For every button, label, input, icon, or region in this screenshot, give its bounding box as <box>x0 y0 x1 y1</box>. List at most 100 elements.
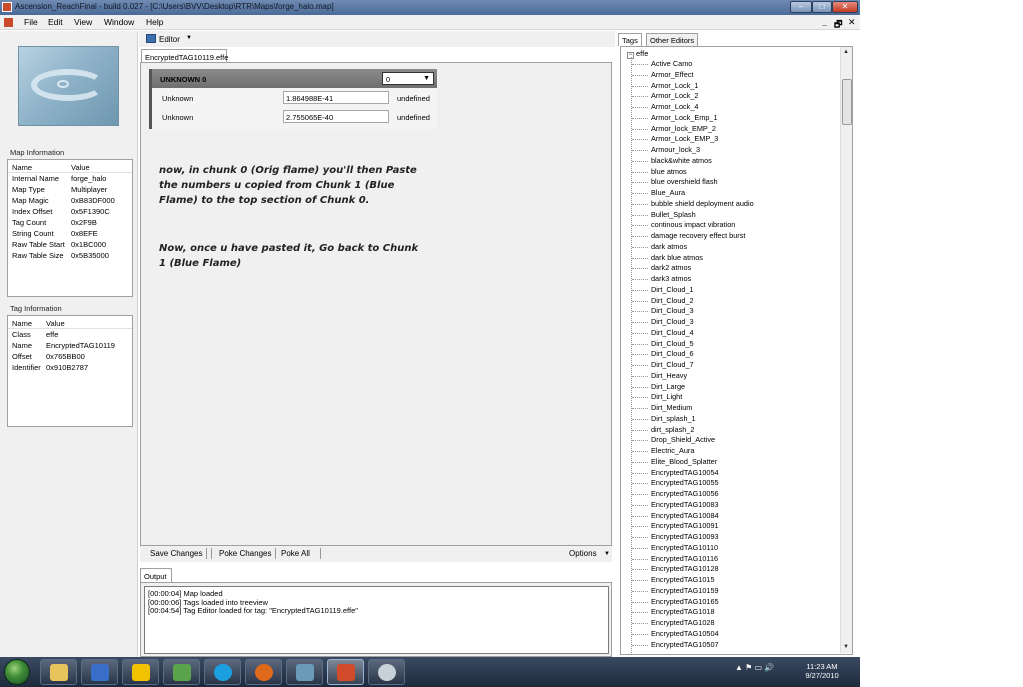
tree-node-tag[interactable]: Dirt_Cloud_3 <box>631 306 841 317</box>
tree-node-tag[interactable]: Blue_Aura <box>631 188 841 199</box>
tree-node-tag[interactable]: Dirt_Light <box>631 392 841 403</box>
close-button[interactable]: ✕ <box>832 1 858 13</box>
map-info-col-value[interactable]: Value <box>71 163 90 172</box>
tree-node-tag[interactable]: Dirt_Medium <box>631 403 841 414</box>
tree-node-tag[interactable]: Dirt_Cloud_1 <box>631 285 841 296</box>
tree-node-tag[interactable]: EncryptedTAG10083 <box>631 500 841 511</box>
tag-tree-scrollbar[interactable]: ▲ ▼ <box>840 47 852 653</box>
taskbar-media-button[interactable] <box>81 659 118 685</box>
tree-node-tag[interactable]: EncryptedTAG10507 <box>631 640 841 651</box>
menu-edit[interactable]: Edit <box>48 17 63 27</box>
menu-app-icon[interactable] <box>4 18 13 27</box>
tag-info-row[interactable]: Name EncryptedTAG10119 <box>8 340 132 351</box>
tree-node-tag[interactable]: Armor_Lock_2 <box>631 91 841 102</box>
tree-node-tag[interactable]: dark2 atmos <box>631 263 841 274</box>
window-title-bar[interactable]: Ascension_ReachFinal - build 0.027 - [C:… <box>0 0 860 15</box>
taskbar-explorer-button[interactable] <box>40 659 77 685</box>
tree-node-tag[interactable]: Armor_Effect <box>631 70 841 81</box>
start-button[interactable] <box>4 659 30 685</box>
tree-node-tag[interactable]: dark atmos <box>631 242 841 253</box>
map-info-row[interactable]: String Count 0x8EFE <box>8 228 132 239</box>
maximize-button[interactable]: □ <box>812 1 832 13</box>
tree-node-tag[interactable]: bubble shield deployment audio <box>631 199 841 210</box>
tree-node-tag[interactable]: continous impact vibration <box>631 220 841 231</box>
chunk-index-select[interactable]: 0 ▼ <box>382 72 434 85</box>
tag-treeview[interactable]: − effe Active Camo Armor_Effect Armor_Lock_… <box>620 46 853 655</box>
tree-node-tag[interactable]: EncryptedTAG10110 <box>631 543 841 554</box>
tree-node-tag[interactable]: EncryptedTAG10128 <box>631 564 841 575</box>
taskbar-clock[interactable]: 11:23 AM 9/27/2010 <box>800 662 844 680</box>
tree-node-tag[interactable]: EncryptedTAG10055 <box>631 478 841 489</box>
tree-node-tag[interactable]: Drop_Shield_Active <box>631 435 841 446</box>
tree-node-tag[interactable]: Elite_Blood_Splatter <box>631 457 841 468</box>
output-log[interactable]: [00:00:04] Map loaded [00:00:06] Tags lo… <box>144 586 609 654</box>
tag-info-row[interactable]: Class effe <box>8 329 132 340</box>
chevron-down-icon[interactable]: ▼ <box>604 551 610 557</box>
chunk-field-input[interactable]: 1.864988E-41 <box>283 91 389 104</box>
tree-node-tag[interactable]: Electric_Aura <box>631 446 841 457</box>
tree-node-tag[interactable]: EncryptedTAG10093 <box>631 532 841 543</box>
taskbar-editor-button[interactable] <box>286 659 323 685</box>
tree-node-tag[interactable]: dirt_splash_2 <box>631 425 841 436</box>
tree-node-tag[interactable]: Armor_Lock_4 <box>631 102 841 113</box>
map-info-row[interactable]: Map Magic 0xB83DF000 <box>8 195 132 206</box>
taskbar-aim-button[interactable] <box>122 659 159 685</box>
tab-output[interactable]: Output <box>140 568 172 582</box>
poke-changes-button[interactable]: Poke Changes <box>219 549 271 558</box>
tag-info-list[interactable]: Name Value Class effe Name EncryptedTAG101… <box>7 315 133 427</box>
scrollbar-thumb[interactable] <box>842 79 852 125</box>
mdi-restore-button[interactable]: 🗗 <box>834 17 842 33</box>
tree-node-tag[interactable]: EncryptedTAG10165 <box>631 597 841 608</box>
map-info-row[interactable]: Tag Count 0x2F9B <box>8 217 132 228</box>
menu-window[interactable]: Window <box>104 17 134 27</box>
tree-node-tag[interactable]: EncryptedTAG10091 <box>631 521 841 532</box>
system-tray-icons[interactable]: ▲ ⚑ ▭ 🔊 <box>735 663 774 672</box>
tree-node-tag[interactable]: EncryptedTAG1028 <box>631 618 841 629</box>
taskbar-messenger-button[interactable] <box>163 659 200 685</box>
tree-node-tag[interactable]: Dirt_Cloud_7 <box>631 360 841 371</box>
tree-node-tag[interactable]: EncryptedTAG1015 <box>631 575 841 586</box>
tree-node-tag[interactable]: Armor_lock_EMP_2 <box>631 124 841 135</box>
tag-info-col-value[interactable]: Value <box>46 319 65 328</box>
map-info-row[interactable]: Index Offset 0x5F1390C <box>8 206 132 217</box>
taskbar-ascension-button[interactable] <box>327 659 364 685</box>
tree-node-tag[interactable]: damage recovery effect burst <box>631 231 841 242</box>
tree-node-tag[interactable]: blue atmos <box>631 167 841 178</box>
dropdown-arrow-icon[interactable]: ▼ <box>423 75 430 82</box>
map-info-row[interactable]: Map Type Multiplayer <box>8 184 132 195</box>
mdi-minimize-button[interactable]: _ <box>822 17 827 27</box>
tree-node-tag[interactable]: Dirt_Heavy <box>631 371 841 382</box>
tree-node-tag[interactable]: EncryptedTAG10084 <box>631 511 841 522</box>
tree-node-tag[interactable]: Dirt_splash_1 <box>631 414 841 425</box>
tab-other-editors[interactable]: Other Editors <box>646 33 699 46</box>
tree-node-tag[interactable]: dark blue atmos <box>631 253 841 264</box>
map-info-col-name[interactable]: Name <box>12 163 32 172</box>
map-info-row[interactable]: Raw Table Start 0x1BC000 <box>8 239 132 250</box>
tree-node-tag[interactable]: Armor_Lock_1 <box>631 81 841 92</box>
map-info-row[interactable]: Internal Name forge_halo <box>8 173 132 184</box>
mdi-close-button[interactable]: ✕ <box>848 17 856 28</box>
tree-node-tag[interactable]: Dirt_Cloud_6 <box>631 349 841 360</box>
tree-node-tag[interactable]: Dirt_Cloud_5 <box>631 339 841 350</box>
tree-node-tag[interactable]: dark3 atmos <box>631 274 841 285</box>
tree-node-tag[interactable]: EncryptedTAG10116 <box>631 554 841 565</box>
taskbar-paint-button[interactable] <box>368 659 405 685</box>
tree-node-tag[interactable]: Armor_Lock_EMP_3 <box>631 134 841 145</box>
chevron-down-icon[interactable]: ▼ <box>186 35 192 41</box>
taskbar-firefox-button[interactable] <box>245 659 282 685</box>
tree-node-tag[interactable]: Dirt_Large <box>631 382 841 393</box>
editor-dropdown-button[interactable]: Editor <box>159 35 180 44</box>
scroll-down-arrow-icon[interactable]: ▼ <box>843 644 849 650</box>
tab-tags[interactable]: Tags <box>618 33 642 46</box>
menu-file[interactable]: File <box>24 17 38 27</box>
tree-node-tag[interactable]: Dirt_Cloud_3 <box>631 317 841 328</box>
save-changes-button[interactable]: Save Changes <box>150 549 202 558</box>
tree-node-tag[interactable]: EncryptedTAG10054 <box>631 468 841 479</box>
tree-node-tag[interactable]: Bullet_Splash <box>631 210 841 221</box>
tree-node-tag[interactable]: EncryptedTAG1018 <box>631 607 841 618</box>
menu-view[interactable]: View <box>74 17 92 27</box>
tree-node-tag[interactable]: Active Camo <box>631 59 841 70</box>
scroll-up-arrow-icon[interactable]: ▲ <box>843 49 849 55</box>
map-info-row[interactable]: Raw Table Size 0x5B35000 <box>8 250 132 261</box>
tree-node-tag[interactable]: Armour_lock_3 <box>631 145 841 156</box>
